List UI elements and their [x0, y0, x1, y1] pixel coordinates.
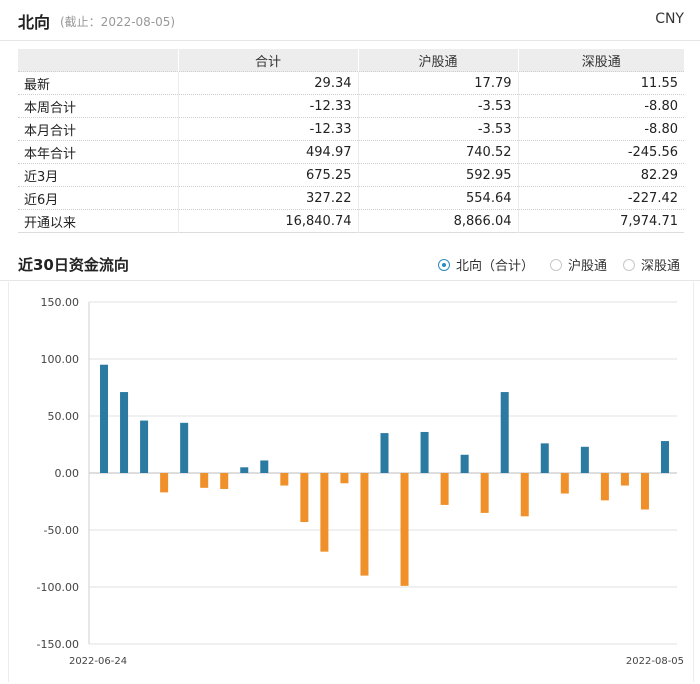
radio-label: 深股通 [640, 259, 680, 274]
table-row: 本年合计 494.97 740.52 -245.56 [18, 140, 684, 164]
y-tick-label: 50.00 [48, 410, 80, 423]
chart-bar [400, 473, 409, 586]
column-header: 深股通 [517, 49, 684, 72]
flow-chart-container: 150.00 100.00 50.00 0.00 -50.00 -100.00 -150.0… [8, 282, 694, 682]
cell-sz: -227.42 [517, 186, 684, 210]
flow-bar-chart: 150.00 100.00 50.00 0.00 -50.00 -100.00 -150.0… [37, 296, 685, 667]
chart-bar [180, 422, 189, 473]
cell-total: 675.25 [177, 163, 358, 187]
y-tick-label: 0.00 [55, 467, 80, 480]
table-row: 本周合计 -12.33 -3.53 -8.80 [18, 94, 684, 118]
cell-sz: 7,974.71 [517, 209, 684, 233]
cell-sh: 17.79 [357, 71, 518, 95]
cell-total: 494.97 [177, 140, 358, 164]
radio-unselected-icon [622, 258, 635, 271]
radio-label: 北向（合计） [455, 259, 534, 274]
x-start-date-label: 2022-06-24 [69, 656, 127, 667]
x-end-date-label: 2022-08-05 [626, 656, 684, 667]
cell-sh: 8,866.04 [357, 209, 518, 233]
table-header-row: 合计 沪股通 深股通 [18, 49, 684, 72]
chart-bar [420, 431, 429, 473]
cell-total: 29.34 [177, 71, 358, 95]
chart-bar [440, 473, 449, 505]
chart-bar [120, 392, 129, 473]
chart-bar [600, 473, 609, 501]
column-header: 合计 [177, 49, 358, 72]
cell-total: -12.33 [177, 94, 358, 118]
radio-unselected-icon [549, 258, 562, 271]
chart-bar [240, 467, 249, 473]
chart-bar [620, 473, 629, 486]
section-title: 近30日资金流向 [18, 256, 129, 274]
chart-bar [360, 473, 369, 576]
cell-sz: -245.56 [517, 140, 684, 164]
cell-sz: -8.80 [517, 117, 684, 141]
chart-bar [300, 473, 309, 523]
chart-bar [560, 473, 569, 494]
chart-bar [540, 443, 549, 473]
currency-label: CNY [655, 11, 684, 27]
table-row: 近6月 327.22 554.64 -227.42 [18, 186, 684, 210]
row-label: 本月合计 [18, 117, 178, 141]
chart-bar [640, 473, 649, 510]
row-label: 本周合计 [18, 94, 178, 118]
table-row: 近3月 675.25 592.95 82.29 [18, 163, 684, 187]
chart-bar [460, 454, 469, 473]
row-label: 最新 [18, 71, 178, 95]
table-row: 本月合计 -12.33 -3.53 -8.80 [18, 117, 684, 141]
series-radio-group: 北向（合计） 沪股通 深股通 [437, 255, 680, 274]
chart-bar [500, 392, 509, 473]
cell-total: 327.22 [177, 186, 358, 210]
y-tick-label: -50.00 [44, 524, 79, 537]
page-header: 北向 (截止：2022-08-05) CNY [0, 0, 700, 41]
radio-shanghai-connect[interactable]: 沪股通 [549, 255, 607, 274]
cell-total: 16,840.74 [177, 209, 358, 233]
chart-bar [320, 473, 329, 552]
chart-bar [580, 446, 589, 473]
y-tick-label: 100.00 [41, 353, 80, 366]
y-tick-label: 150.00 [41, 296, 80, 309]
column-header: 沪股通 [357, 49, 518, 72]
chart-bar [380, 433, 389, 473]
chart-bar [480, 473, 489, 513]
chart-bar [160, 473, 169, 493]
page-title: 北向 [18, 13, 51, 32]
row-label: 近3月 [18, 163, 178, 187]
cell-sh: 592.95 [357, 163, 518, 187]
chart-bar [520, 473, 529, 517]
chart-bar [220, 473, 229, 489]
cell-total: -12.33 [177, 117, 358, 141]
chart-bar [200, 473, 209, 488]
chart-bar [140, 420, 149, 473]
y-tick-label: -150.00 [37, 638, 79, 651]
chart-bar [260, 460, 269, 473]
cell-sh: -3.53 [357, 94, 518, 118]
chart-bar [280, 473, 289, 486]
table-row: 开通以来 16,840.74 8,866.04 7,974.71 [18, 209, 684, 233]
flow-summary-table: 合计 沪股通 深股通 最新 29.34 17.79 11.55 本周合计 -12… [18, 49, 684, 233]
cell-sh: 554.64 [357, 186, 518, 210]
flow-section-header: 近30日资金流向 北向（合计） 沪股通 深股通 [0, 250, 700, 281]
chart-bar [660, 441, 669, 473]
cell-sz: -8.80 [517, 94, 684, 118]
row-label: 开通以来 [18, 209, 178, 233]
radio-northbound-total[interactable]: 北向（合计） [437, 255, 534, 274]
row-label: 近6月 [18, 186, 178, 210]
chart-bar [100, 364, 109, 473]
cell-sz: 11.55 [517, 71, 684, 95]
column-header [18, 49, 178, 72]
table-row: 最新 29.34 17.79 11.55 [18, 71, 684, 95]
y-tick-label: -100.00 [37, 581, 79, 594]
radio-label: 沪股通 [567, 259, 607, 274]
radio-shenzhen-connect[interactable]: 深股通 [622, 255, 680, 274]
cutoff-date: (截止：2022-08-05) [60, 15, 176, 29]
cell-sh: 740.52 [357, 140, 518, 164]
radio-selected-icon [437, 258, 450, 271]
cell-sz: 82.29 [517, 163, 684, 187]
row-label: 本年合计 [18, 140, 178, 164]
chart-bar [340, 473, 349, 484]
cell-sh: -3.53 [357, 117, 518, 141]
